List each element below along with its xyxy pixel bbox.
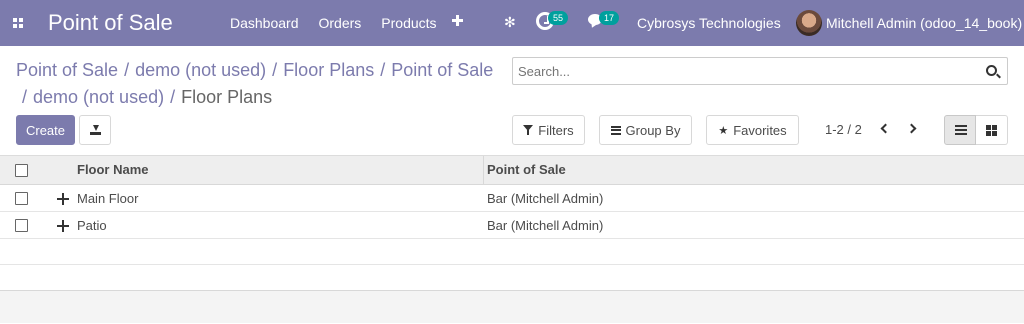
drag-handle-icon[interactable] — [57, 220, 69, 232]
select-all-checkbox[interactable] — [15, 164, 28, 177]
breadcrumb-item[interactable]: demo (not used) — [33, 87, 164, 107]
breadcrumb-separator: / — [272, 60, 278, 80]
cell-point-of-sale: Bar (Mitchell Admin) — [487, 218, 604, 233]
company-switcher[interactable]: Cybrosys Technologies — [637, 0, 781, 46]
group-by-button[interactable]: Group By — [599, 115, 692, 145]
list-view-button[interactable] — [944, 115, 976, 145]
pager-value[interactable]: 1-2 / 2 — [825, 122, 862, 137]
empty-row — [0, 239, 1024, 265]
breadcrumb-separator: / — [124, 60, 130, 80]
create-button[interactable]: Create — [16, 115, 75, 145]
favorites-button[interactable]: ★ Favorites — [706, 115, 799, 145]
breadcrumb-separator: / — [380, 60, 386, 80]
row-checkbox[interactable] — [15, 192, 28, 205]
column-header-point-of-sale[interactable]: Point of Sale — [487, 156, 566, 184]
search-box — [512, 57, 1008, 85]
cell-floor-name: Main Floor — [77, 191, 139, 206]
app-title[interactable]: Point of Sale — [48, 10, 218, 36]
menu-orders[interactable]: Orders — [309, 0, 372, 46]
cell-point-of-sale: Bar (Mitchell Admin) — [487, 191, 604, 206]
star-icon: ★ — [718, 124, 729, 137]
list-icon — [955, 125, 967, 135]
breadcrumb-active: Floor Plans — [181, 87, 273, 107]
favorites-label: Favorites — [733, 122, 787, 138]
content-background — [0, 291, 1024, 323]
message-count-badge: 17 — [599, 11, 620, 25]
search-icon[interactable] — [986, 65, 997, 76]
bars-icon — [610, 125, 621, 135]
user-menu[interactable]: Mitchell Admin (odoo_14_book) — [826, 0, 1022, 46]
group-by-label: Group By — [625, 122, 681, 138]
cell-floor-name: Patio — [77, 218, 107, 233]
breadcrumb-item[interactable]: Point of Sale — [16, 60, 118, 80]
pager-next-button[interactable] — [906, 122, 920, 138]
kanban-icon — [986, 125, 997, 136]
activity-count-badge: 55 — [548, 11, 569, 25]
chevron-right-icon — [906, 123, 917, 134]
filters-button[interactable]: Filters — [512, 115, 585, 145]
filter-icon — [523, 125, 534, 135]
view-switcher — [944, 115, 1008, 145]
download-button[interactable] — [79, 115, 111, 145]
apps-menu-icon[interactable] — [0, 0, 36, 46]
kanban-view-button[interactable] — [976, 115, 1008, 145]
breadcrumb-item[interactable]: demo (not used) — [135, 60, 266, 80]
menu-dashboard[interactable]: Dashboard — [220, 0, 309, 46]
menu-products[interactable]: Products — [371, 0, 446, 46]
user-avatar[interactable] — [796, 10, 822, 36]
column-header-floor-name[interactable]: Floor Name — [77, 156, 149, 184]
breadcrumb-separator: / — [22, 87, 28, 107]
table-row[interactable]: Patio Bar (Mitchell Admin) — [0, 212, 1024, 239]
filters-label: Filters — [538, 122, 574, 138]
search-input[interactable] — [518, 58, 978, 84]
breadcrumb-item[interactable]: Floor Plans — [283, 60, 374, 80]
table-row[interactable]: Main Floor Bar (Mitchell Admin) — [0, 185, 1024, 212]
plus-icon[interactable] — [451, 14, 465, 28]
breadcrumb: Point of Sale / demo (not used) / Floor Plan… — [16, 57, 506, 111]
column-divider[interactable] — [483, 156, 484, 185]
breadcrumb-item[interactable]: Point of Sale — [391, 60, 493, 80]
main-menu: Dashboard Orders Products — [220, 0, 447, 46]
drag-handle-icon[interactable] — [57, 193, 69, 205]
breadcrumb-separator: / — [170, 87, 176, 107]
list-table: Floor Name Point of Sale Main Floor Bar … — [0, 155, 1024, 324]
download-icon — [90, 125, 101, 136]
chevron-left-icon — [880, 123, 891, 134]
row-checkbox[interactable] — [15, 219, 28, 232]
table-header: Floor Name Point of Sale — [0, 155, 1024, 185]
pager-previous-button[interactable] — [878, 122, 892, 138]
table-footer — [0, 265, 1024, 291]
bug-icon[interactable]: ✻ — [504, 14, 518, 30]
